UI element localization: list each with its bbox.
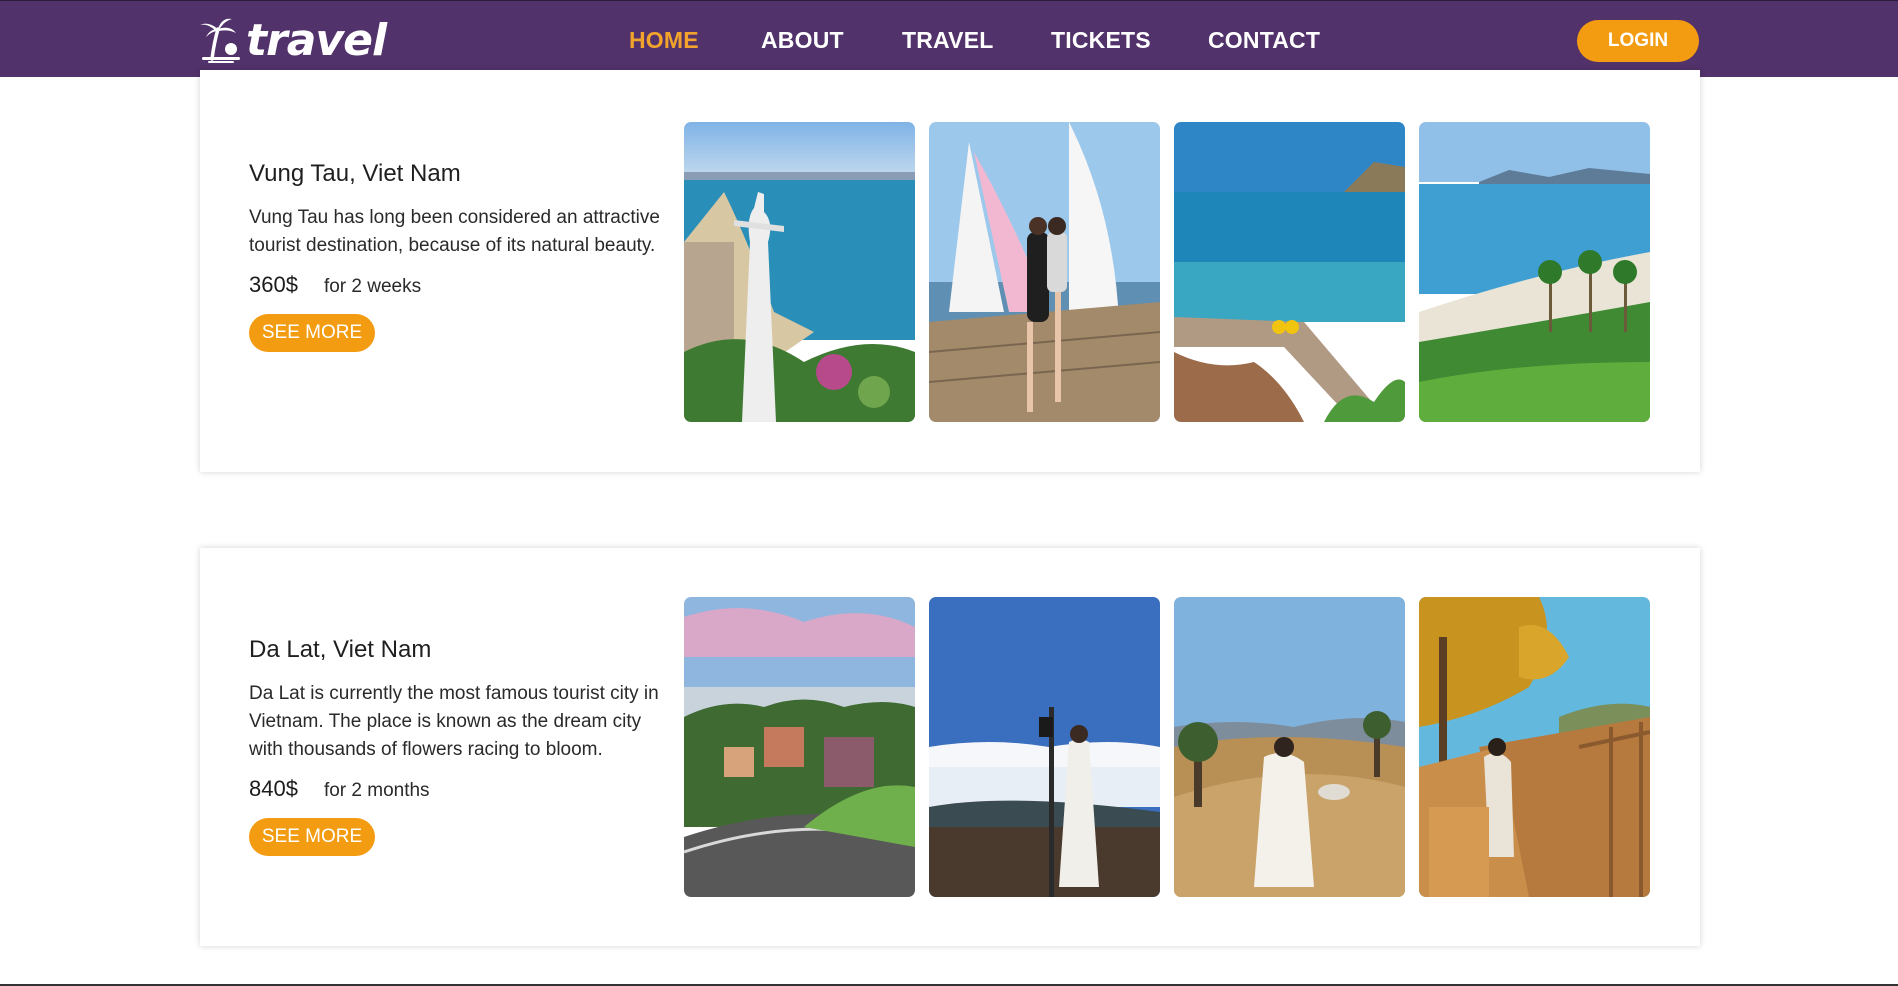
lamp-post-clouds-photo[interactable] [929, 597, 1160, 897]
destination-duration: for 2 months [323, 780, 430, 801]
coastal-statue-photo[interactable] [684, 122, 915, 422]
price-row: 840$ for 2 months [249, 776, 669, 802]
destination-card-da-lat: Da Lat, Viet Nam Da Lat is currently the… [200, 548, 1700, 946]
price-row: 360$ for 2 weeks [249, 272, 669, 298]
login-button[interactable]: LOGIN [1577, 20, 1699, 62]
hill-grass-photo[interactable] [1174, 597, 1405, 897]
nav-travel[interactable]: TRAVEL [902, 27, 994, 54]
destination-description: Da Lat is currently the most famous tour… [249, 683, 659, 760]
city-hill-photo[interactable] [684, 597, 915, 897]
palm-beach-photo[interactable] [1419, 122, 1650, 422]
photo-gallery [684, 122, 1650, 422]
destination-title: Da Lat, Viet Nam [249, 636, 432, 663]
palm-tree-icon [198, 15, 242, 68]
navbar: travel HOME ABOUT TRAVEL TICKETS CONTACT… [0, 1, 1898, 77]
see-more-button[interactable]: SEE MORE [249, 818, 375, 856]
photo-gallery [684, 597, 1650, 897]
wooden-walkway-photo[interactable] [1419, 597, 1650, 897]
nav-tickets[interactable]: TICKETS [1051, 27, 1151, 54]
destination-price: 360$ [249, 272, 298, 297]
destination-title: Vung Tau, Viet Nam [249, 160, 461, 187]
destination-price: 840$ [249, 776, 298, 801]
pier-sea-photo[interactable] [1174, 122, 1405, 422]
destination-info: Vung Tau, Viet Nam Vung Tau has long bee… [249, 160, 669, 352]
sailboat-photo[interactable] [929, 122, 1160, 422]
destination-duration: for 2 weeks [323, 276, 422, 297]
see-more-button[interactable]: SEE MORE [249, 314, 375, 352]
destination-description: Vung Tau has long been considered an att… [249, 207, 660, 256]
nav-contact[interactable]: CONTACT [1208, 27, 1320, 54]
destination-card-vung-tau: Vung Tau, Viet Nam Vung Tau has long bee… [200, 70, 1700, 472]
nav-home[interactable]: HOME [629, 27, 699, 54]
destination-info: Da Lat, Viet Nam Da Lat is currently the… [249, 636, 669, 856]
brand-logo-text: travel [246, 15, 387, 66]
nav-about[interactable]: ABOUT [761, 27, 844, 54]
brand-logo[interactable]: travel [198, 13, 387, 69]
